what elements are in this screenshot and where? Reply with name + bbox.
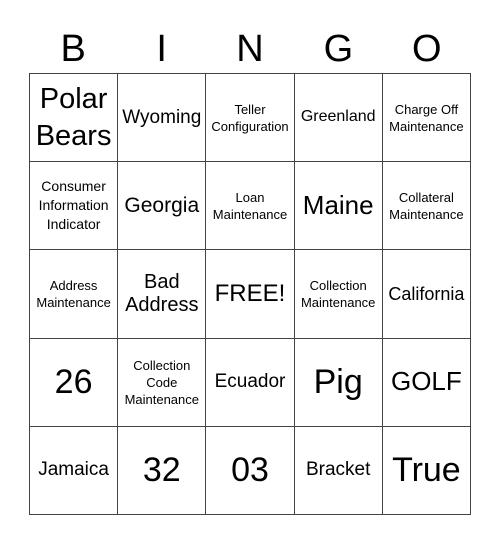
header-letter-i: I <box>156 28 167 70</box>
bingo-header: B I N G O <box>29 24 471 74</box>
bingo-cell[interactable]: Greenland <box>294 74 383 163</box>
header-letter-b: B <box>60 28 86 70</box>
bingo-cell[interactable]: GOLF <box>382 338 471 427</box>
bingo-cell[interactable]: Pig <box>294 338 383 427</box>
bingo-cell[interactable]: Loan Maintenance <box>206 162 295 251</box>
bingo-cell[interactable]: 03 <box>206 426 295 515</box>
bingo-cell[interactable]: Collection Maintenance <box>294 250 383 339</box>
bingo-cell[interactable]: Charge Off Maintenance <box>382 74 471 163</box>
bingo-cell[interactable]: Address Maintenance <box>30 250 119 339</box>
bingo-cell[interactable]: Bad Address <box>118 250 207 339</box>
bingo-cell[interactable]: California <box>382 250 471 339</box>
bingo-cell[interactable]: Wyoming <box>118 74 207 163</box>
bingo-cell[interactable]: 32 <box>118 426 207 515</box>
bingo-cell[interactable]: Bracket <box>294 426 383 515</box>
header-letter-n: N <box>236 28 264 70</box>
bingo-cell[interactable]: Teller Configuration <box>206 74 295 163</box>
bingo-cell[interactable]: Consumer Information Indicator <box>30 162 119 251</box>
bingo-cell[interactable]: Georgia <box>118 162 207 251</box>
bingo-grid: Polar Bears Wyoming Teller Configuration… <box>29 73 471 515</box>
bingo-cell[interactable]: Collection Code Maintenance <box>118 338 207 427</box>
free-space-cell[interactable]: FREE! <box>206 250 295 339</box>
bingo-cell[interactable]: True <box>382 426 471 515</box>
bingo-cell[interactable]: Ecuador <box>206 338 295 427</box>
bingo-cell[interactable]: Collateral Maintenance <box>382 162 471 251</box>
bingo-cell[interactable]: Maine <box>294 162 383 251</box>
bingo-cell[interactable]: 26 <box>30 338 119 427</box>
bingo-cell[interactable]: Polar Bears <box>30 74 119 163</box>
header-letter-g: G <box>323 28 354 70</box>
header-letter-o: O <box>412 28 442 70</box>
bingo-cell[interactable]: Jamaica <box>30 426 119 515</box>
